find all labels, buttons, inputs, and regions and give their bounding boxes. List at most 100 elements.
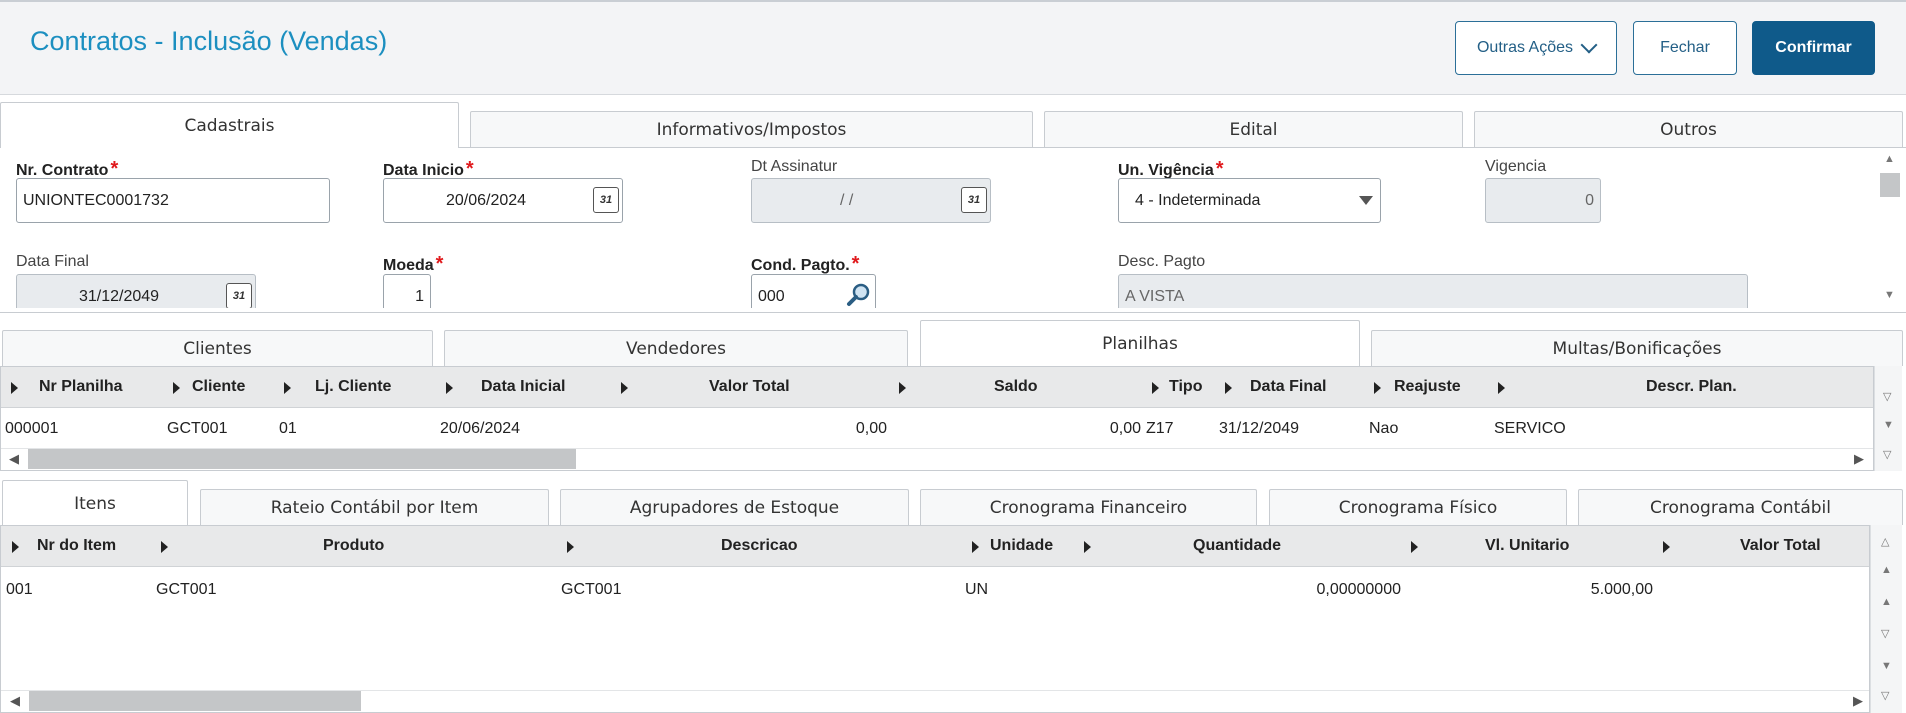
table-cell: 000001 (5, 420, 59, 437)
column-arrow-icon[interactable] (1225, 382, 1232, 394)
column-arrow-icon[interactable] (284, 382, 291, 394)
cadastrais-form: Nr. Contrato * UNIONTEC0001732 Data Inici… (0, 148, 1876, 308)
scroll-thumb[interactable] (29, 691, 361, 711)
scroll-left-icon[interactable]: ◀ (9, 451, 19, 467)
table-cell: GCT001 (156, 581, 217, 598)
planilhas-nav-scrollbar[interactable]: ▽ ▼ ▽ (1874, 366, 1902, 471)
scroll-up-icon[interactable]: ▽ (1883, 392, 1891, 403)
column-arrow-icon[interactable] (161, 541, 168, 553)
column-header[interactable]: Cliente (192, 378, 245, 396)
column-arrow-icon[interactable] (1152, 382, 1159, 394)
horizontal-scrollbar[interactable]: ◀ ▶ (1, 690, 1869, 712)
column-header[interactable]: Unidade (990, 537, 1053, 555)
nr-contrato-input[interactable]: UNIONTEC0001732 (16, 178, 330, 223)
scroll-right-icon[interactable]: ▶ (1854, 451, 1864, 467)
column-header[interactable]: Valor Total (1740, 537, 1821, 555)
data-final-input[interactable]: 31/12/2049 (16, 274, 256, 308)
column-header[interactable]: Nr Planilha (39, 378, 123, 396)
scroll-bottom-icon[interactable]: ▽ (1883, 450, 1891, 461)
tab-planilhas[interactable]: Planilhas (920, 320, 1360, 366)
column-header[interactable]: Tipo (1169, 378, 1202, 396)
column-arrow-icon[interactable] (972, 541, 979, 553)
table-cell: 001 (6, 581, 33, 598)
column-header[interactable]: Reajuste (1394, 378, 1461, 396)
calendar-icon[interactable]: 31 (961, 187, 987, 213)
horizontal-scrollbar[interactable]: ◀ ▶ (1, 448, 1873, 470)
column-header[interactable]: Data Final (1250, 378, 1326, 396)
data-inicio-input[interactable]: 20/06/2024 (383, 178, 623, 223)
scroll-up-icon[interactable]: ▲ (1884, 154, 1895, 165)
moeda-input[interactable]: 1 (383, 274, 431, 308)
calendar-icon[interactable]: 31 (226, 283, 252, 308)
column-header[interactable]: Descr. Plan. (1646, 378, 1737, 396)
column-arrow-icon[interactable] (11, 382, 18, 394)
scroll-down-icon[interactable]: ▼ (1884, 290, 1895, 301)
tab-vendedores[interactable]: Vendedores (444, 330, 908, 366)
column-header[interactable]: Data Inicial (481, 378, 565, 396)
column-arrow-icon[interactable] (446, 382, 453, 394)
scroll-top-icon[interactable]: △ (1881, 537, 1889, 548)
column-arrow-icon[interactable] (1084, 541, 1091, 553)
column-header[interactable]: Vl. Unitario (1485, 537, 1569, 555)
scroll-bottom-icon[interactable]: ▽ (1881, 691, 1889, 702)
column-arrow-icon[interactable] (1411, 541, 1418, 553)
form-scrollbar[interactable]: ▲ ▼ (1876, 148, 1904, 308)
scroll-up-icon[interactable]: ▲ (1881, 597, 1892, 608)
un-vigencia-select[interactable]: 4 - Indeterminada (1118, 178, 1381, 223)
tab-cadastrais[interactable]: Cadastrais (0, 102, 459, 148)
data-final-label: Data Final (16, 253, 89, 270)
desc-pagto-input[interactable]: A VISTA (1118, 274, 1748, 308)
un-vigencia-value: 4 - Indeterminada (1135, 191, 1261, 209)
column-header[interactable]: Produto (323, 537, 384, 555)
tab-informativos-impostos[interactable]: Informativos/Impostos (470, 111, 1033, 147)
column-arrow-icon[interactable] (567, 541, 574, 553)
column-header[interactable]: Valor Total (709, 378, 790, 396)
tab-edital[interactable]: Edital (1044, 111, 1463, 147)
table-row[interactable]: 001 GCT001 GCT001 UN 0,00000000 5.000,00 (1, 568, 1869, 612)
column-arrow-icon[interactable] (1663, 541, 1670, 553)
tab-cronograma-financeiro[interactable]: Cronograma Financeiro (920, 489, 1257, 525)
tab-multas-bonificacoes[interactable]: Multas/Bonificações (1371, 330, 1903, 366)
scroll-up-icon[interactable]: ▲ (1881, 565, 1892, 576)
column-arrow-icon[interactable] (1374, 382, 1381, 394)
tab-clientes[interactable]: Clientes (2, 330, 433, 366)
table-row[interactable]: 000001 GCT001 01 20/06/2024 0,00 0,00 Z1… (1, 409, 1873, 449)
scroll-right-icon[interactable]: ▶ (1853, 693, 1863, 709)
vigencia-input[interactable]: 0 (1485, 178, 1601, 223)
column-arrow-icon[interactable] (1498, 382, 1505, 394)
column-arrow-icon[interactable] (621, 382, 628, 394)
tab-outros[interactable]: Outros (1474, 111, 1903, 147)
column-header[interactable]: Lj. Cliente (315, 378, 391, 396)
scroll-down-icon[interactable]: ▼ (1881, 661, 1892, 672)
tab-agrupadores-estoque[interactable]: Agrupadores de Estoque (560, 489, 909, 525)
calendar-icon[interactable]: 31 (593, 187, 619, 213)
tab-itens[interactable]: Itens (2, 480, 188, 526)
tab-cronograma-fisico[interactable]: Cronograma Físico (1269, 489, 1567, 525)
column-header[interactable]: Nr do Item (37, 537, 116, 555)
column-header[interactable]: Descricao (721, 537, 798, 555)
tab-rateio-contabil[interactable]: Rateio Contábil por Item (200, 489, 549, 525)
dt-assinatur-label: Dt Assinatur (751, 158, 838, 175)
scroll-thumb[interactable] (1880, 173, 1900, 197)
table-cell: Z17 (1146, 420, 1174, 437)
scroll-thumb[interactable] (28, 449, 576, 469)
confirm-button[interactable]: Confirmar (1752, 21, 1875, 75)
tab-cronograma-contabil[interactable]: Cronograma Contábil (1578, 489, 1903, 525)
column-header[interactable]: Quantidade (1193, 537, 1281, 555)
column-arrow-icon[interactable] (173, 382, 180, 394)
scroll-down-icon[interactable]: ▽ (1881, 629, 1889, 640)
moeda-label: Moeda * (383, 253, 444, 275)
magnifier-icon[interactable] (846, 282, 872, 308)
close-button[interactable]: Fechar (1633, 21, 1737, 75)
table-cell: 20/06/2024 (440, 420, 521, 437)
more-actions-button[interactable]: Outras Ações (1455, 21, 1617, 75)
column-arrow-icon[interactable] (12, 541, 19, 553)
column-header[interactable]: Saldo (994, 378, 1038, 396)
planilhas-grid: Nr Planilha Cliente Lj. Cliente Data Ini… (0, 366, 1874, 471)
itens-nav-scrollbar[interactable]: △ ▲ ▲ ▽ ▼ ▽ (1870, 525, 1902, 713)
scroll-left-icon[interactable]: ◀ (10, 693, 20, 709)
itens-header (1, 526, 1869, 567)
column-arrow-icon[interactable] (899, 382, 906, 394)
dt-assinatur-input[interactable]: / / (751, 178, 991, 223)
scroll-down-icon[interactable]: ▼ (1883, 420, 1894, 431)
